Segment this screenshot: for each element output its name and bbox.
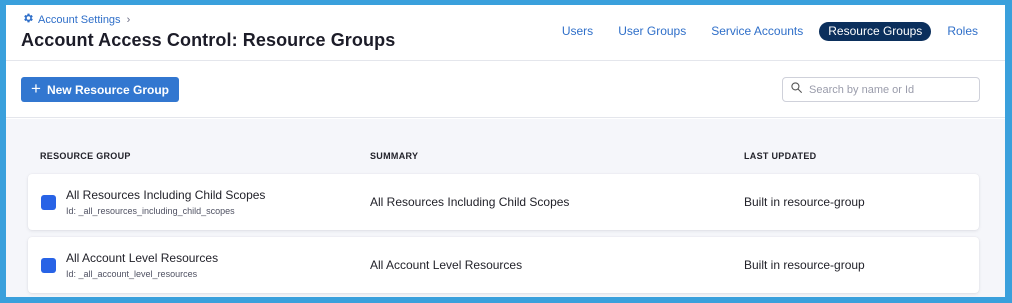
breadcrumb-account-settings[interactable]: Account Settings: [38, 14, 121, 26]
page-header: Account Settings › Account Access Contro…: [6, 5, 1005, 61]
resource-group-summary: All Account Level Resources: [370, 258, 523, 272]
column-header-last-updated[interactable]: LAST UPDATED: [744, 151, 816, 161]
resource-group-summary: All Resources Including Child Scopes: [370, 195, 570, 209]
plus-icon: +: [31, 78, 41, 98]
breadcrumb[interactable]: Account Settings ›: [22, 12, 130, 27]
search-box[interactable]: [782, 77, 980, 102]
tab-resource-groups[interactable]: Resource Groups: [819, 22, 932, 41]
resource-group-name: All Account Level Resources: [66, 251, 219, 265]
table-row[interactable]: All Account Level Resources Id: _all_acc…: [28, 237, 979, 293]
search-icon: [790, 81, 803, 99]
resource-group-last-updated: Built in resource-group: [744, 258, 865, 272]
chevron-right-icon: ›: [126, 13, 131, 26]
tab-roles[interactable]: Roles: [938, 22, 987, 41]
resource-group-name: All Resources Including Child Scopes: [66, 188, 266, 202]
new-resource-group-button[interactable]: + New Resource Group: [21, 77, 179, 102]
toolbar: + New Resource Group: [6, 61, 1005, 118]
search-input[interactable]: [809, 83, 969, 96]
resource-group-last-updated: Built in resource-group: [744, 195, 865, 209]
table-row[interactable]: All Resources Including Child Scopes Id:…: [28, 174, 979, 230]
tab-bar: Users User Groups Service Accounts Resou…: [546, 22, 987, 41]
app-window: Account Settings › Account Access Contro…: [6, 5, 1005, 297]
page-title: Account Access Control: Resource Groups: [21, 30, 396, 50]
column-header-summary[interactable]: SUMMARY: [370, 151, 418, 161]
resource-group-color-swatch: [41, 195, 56, 210]
resource-group-id: Id: _all_account_level_resources: [66, 269, 198, 279]
tab-user-groups[interactable]: User Groups: [609, 22, 695, 41]
tab-service-accounts[interactable]: Service Accounts: [702, 22, 812, 41]
column-header-resource-group[interactable]: RESOURCE GROUP: [40, 151, 131, 161]
gear-icon: [22, 12, 34, 27]
resource-group-table: RESOURCE GROUP SUMMARY LAST UPDATED All …: [6, 119, 1005, 297]
new-resource-group-label: New Resource Group: [46, 82, 169, 97]
resource-group-color-swatch: [41, 258, 56, 273]
resource-group-id: Id: _all_resources_including_child_scope…: [66, 206, 235, 216]
tab-users[interactable]: Users: [553, 22, 602, 41]
